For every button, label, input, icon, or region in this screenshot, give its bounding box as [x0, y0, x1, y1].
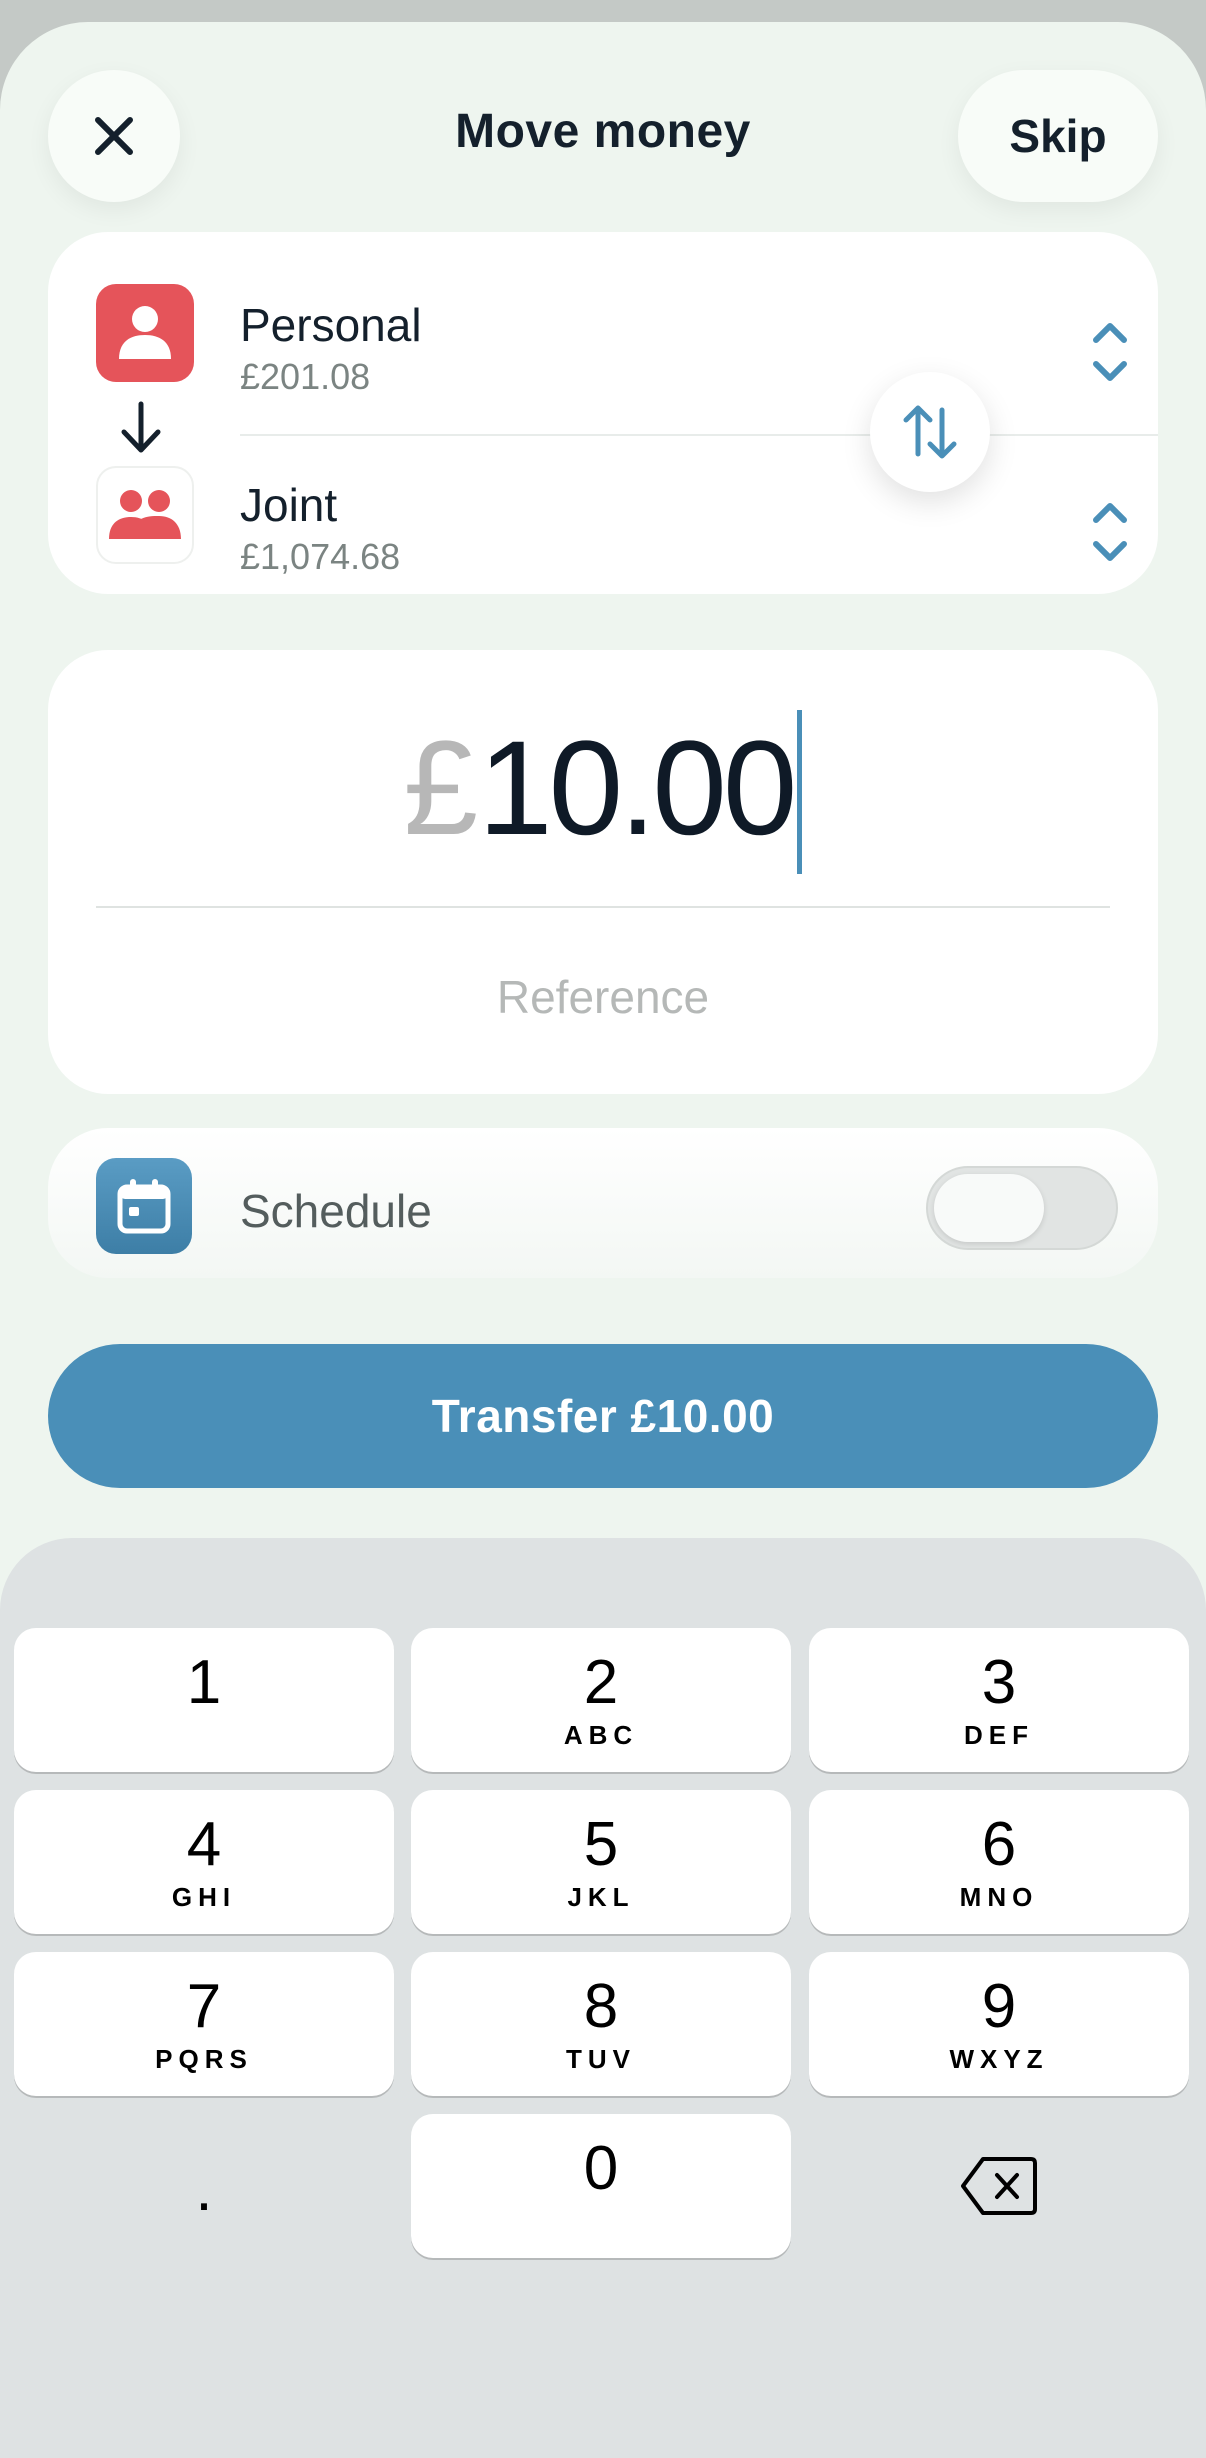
arrow-down-icon	[121, 401, 161, 453]
key-9[interactable]: 9 WXYZ	[809, 1952, 1189, 2096]
key-8[interactable]: 8 TUV	[411, 1952, 791, 2096]
people-icon	[109, 490, 181, 539]
key-letters: WXYZ	[949, 2044, 1049, 2074]
key-letters: PQRS	[155, 2044, 253, 2074]
key-5[interactable]: 5 JKL	[411, 1790, 791, 1934]
from-account-icon	[96, 284, 194, 382]
amount-divider	[96, 906, 1110, 908]
key-digit: 0	[583, 2134, 619, 2203]
to-account-chevron-icon[interactable]	[1082, 494, 1138, 570]
key-letters: DEF	[964, 1720, 1034, 1750]
key-digit: 3	[981, 1648, 1017, 1717]
toggle-knob	[934, 1174, 1044, 1242]
swap-arrows-icon	[903, 405, 957, 459]
person-icon	[119, 306, 171, 359]
calendar-icon	[96, 1158, 192, 1254]
key-letters: ABC	[563, 1720, 639, 1750]
accounts-divider	[240, 434, 1158, 436]
key-1[interactable]: 1	[14, 1628, 394, 1772]
key-digit: 9	[981, 1972, 1017, 2041]
key-letters: JKL	[567, 1882, 635, 1912]
from-account-name[interactable]: Personal	[240, 298, 422, 352]
key-6[interactable]: 6 MNO	[809, 1790, 1189, 1934]
key-letters: TUV	[566, 2044, 636, 2074]
to-account-name[interactable]: Joint	[240, 478, 337, 532]
calendar-glyph	[117, 1179, 171, 1234]
schedule-label: Schedule	[240, 1185, 432, 1237]
accounts-card: Personal £201.08 Joint £1,074.68	[48, 232, 1158, 594]
key-digit: 1	[186, 1648, 222, 1717]
key-digit: 6	[981, 1810, 1017, 1879]
amount-value: 10.00	[478, 714, 797, 863]
currency-symbol: £	[403, 714, 479, 863]
key-digit: 4	[186, 1810, 222, 1879]
amount-input[interactable]: £10.00	[48, 710, 1158, 874]
numeric-keypad: 1 2 ABC 3 DEF 4 GHI 5 JKL 6 MNO 7 PQRS 8…	[0, 1538, 1206, 2458]
backspace-icon	[961, 2157, 1037, 2215]
text-caret	[797, 710, 803, 874]
reference-input[interactable]: Reference	[48, 970, 1158, 1024]
key-digit: 2	[583, 1648, 619, 1717]
key-digit: 7	[186, 1972, 222, 2041]
key-3[interactable]: 3 DEF	[809, 1628, 1189, 1772]
skip-button[interactable]: Skip	[958, 70, 1158, 202]
key-backspace[interactable]	[809, 2114, 1189, 2258]
key-digit: 8	[583, 1972, 619, 2041]
key-digit: .	[195, 2155, 213, 2224]
key-decimal[interactable]: .	[14, 2114, 394, 2258]
key-0[interactable]: 0	[411, 2114, 791, 2258]
schedule-card: Schedule	[48, 1128, 1158, 1278]
from-account-chevron-icon[interactable]	[1082, 314, 1138, 390]
transfer-button[interactable]: Transfer £10.00	[48, 1344, 1158, 1488]
key-letters: GHI	[171, 1882, 237, 1912]
move-money-sheet: Move money Skip Personal £201.08 Joint £…	[0, 22, 1206, 2458]
schedule-toggle[interactable]	[926, 1166, 1118, 1250]
from-account-balance: £201.08	[240, 356, 371, 397]
swap-accounts-button[interactable]	[870, 372, 990, 492]
key-letters: MNO	[959, 1882, 1039, 1912]
key-2[interactable]: 2 ABC	[411, 1628, 791, 1772]
to-account-icon	[96, 466, 194, 564]
key-digit: 5	[583, 1810, 619, 1879]
to-account-balance: £1,074.68	[240, 536, 401, 577]
key-4[interactable]: 4 GHI	[14, 1790, 394, 1934]
key-7[interactable]: 7 PQRS	[14, 1952, 394, 2096]
amount-card: £10.00 Reference	[48, 650, 1158, 1094]
